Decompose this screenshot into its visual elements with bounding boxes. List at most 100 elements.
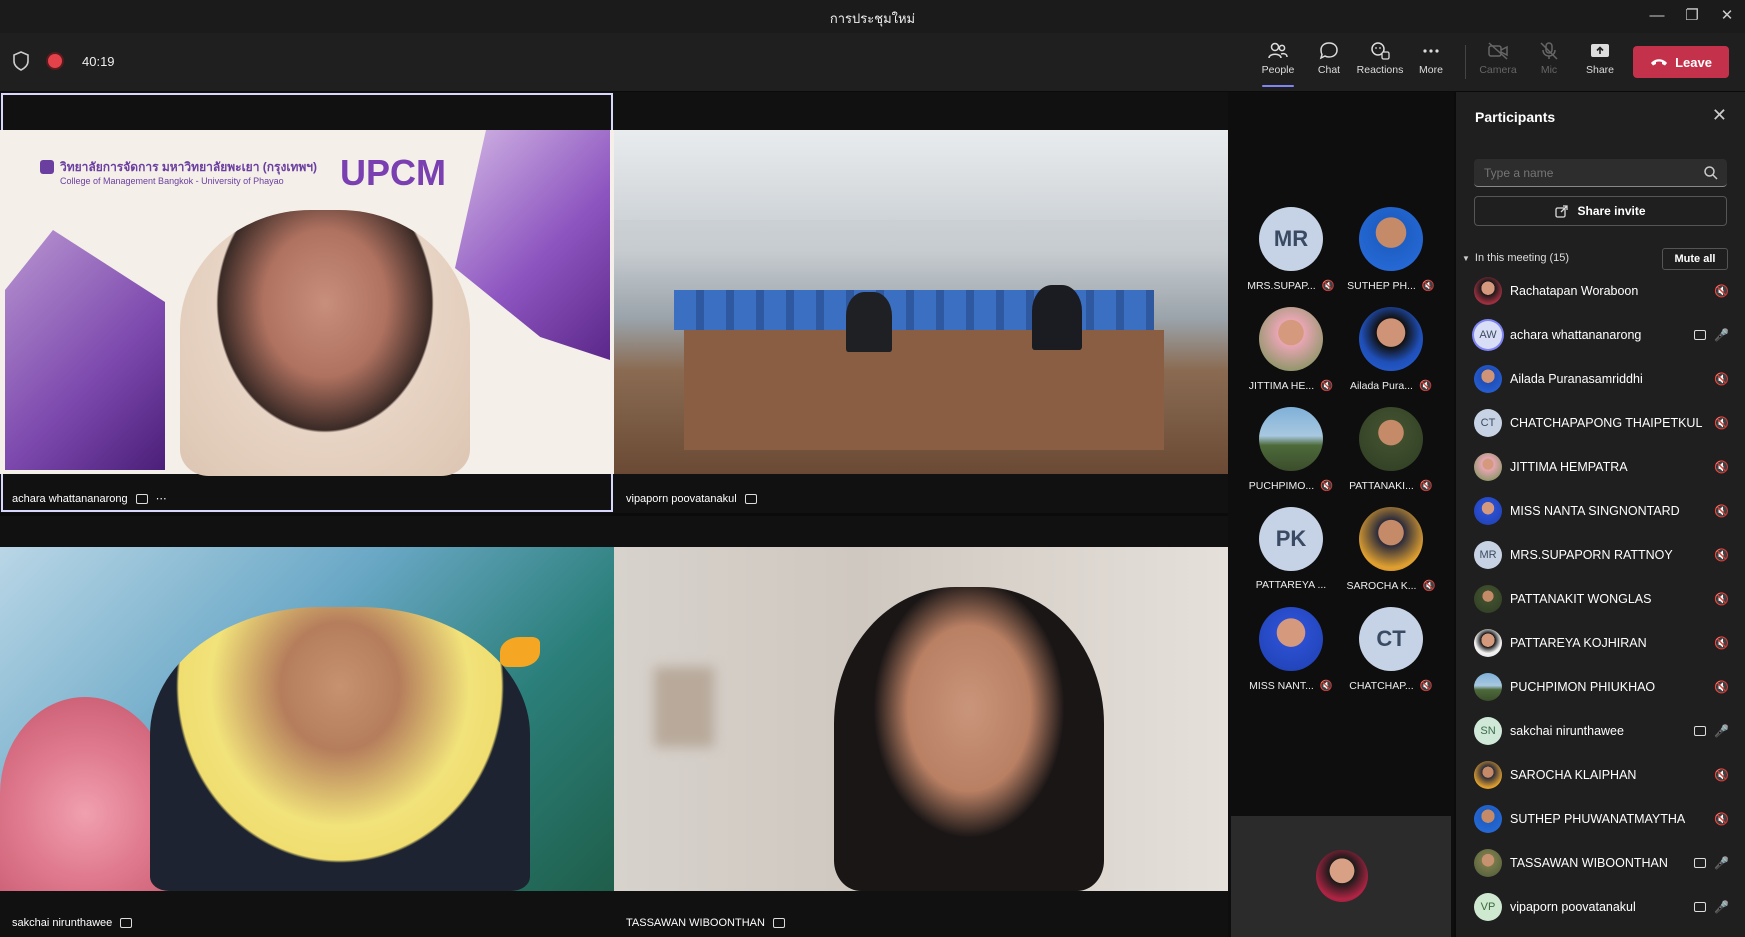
background-coral [0,697,170,891]
avatar [1474,629,1502,657]
gallery-participant[interactable]: SUTHEP PH... 🔇 [1341,207,1441,303]
chat-icon [1319,42,1338,60]
participant-row[interactable]: MISS NANTA SINGNONTARD 🔇 [1474,489,1729,533]
participant-name: Ailada Puranasamriddhi [1510,372,1643,386]
tile-name-bar: achara whattananarong ⋯ [12,492,167,506]
tile-participant-name: sakchai nirunthawee [12,917,113,929]
mic-on-icon: 🎤 [1714,724,1729,738]
more-icon [1423,49,1439,53]
screen-share-icon [135,493,148,504]
gallery-participant-name: Ailada Pura... [1349,379,1413,392]
gallery-participant[interactable]: SAROCHA K... 🔇 [1341,507,1441,603]
participant-row[interactable]: VP vipaporn poovatanakul 🎤 [1474,885,1729,929]
participant-row[interactable]: AW achara whattananarong 🎤 [1474,313,1729,357]
participant-row[interactable]: PATTANAKIT WONGLAS 🔇 [1474,577,1729,621]
participant-row[interactable]: Rachatapan Woraboon 🔇 [1474,269,1729,313]
mute-all-button[interactable]: Mute all [1662,248,1728,270]
chevron-down-icon: ▼ [1462,253,1470,263]
in-meeting-label: In this meeting (15) [1474,252,1570,264]
reactions-label: Reactions [1356,64,1404,76]
search-input[interactable] [1484,166,1684,180]
avatar [1474,805,1502,833]
avatar: VP [1474,893,1502,921]
gallery-participant[interactable]: PUCHPIMO... 🔇 [1241,407,1341,503]
leave-button[interactable]: Leave [1633,46,1729,78]
room-table [684,330,1164,450]
room-ceiling [614,130,1228,220]
reactions-button[interactable]: Reactions [1356,41,1404,76]
gallery-participant[interactable]: MISS NANT... 🔇 [1241,607,1341,703]
participant-row[interactable]: PATTAREYA KOJHIRAN 🔇 [1474,621,1729,665]
screen-share-icon [1694,726,1707,736]
video-tile[interactable]: sakchai nirunthawee [0,516,614,937]
participant-name: PUCHPIMON PHIUKHAO [1510,680,1656,694]
background-frame [654,667,714,747]
tile-participant-name: achara whattananarong [12,492,128,505]
gallery-participant[interactable]: PATTANAKI... 🔇 [1341,407,1441,503]
participant-row[interactable]: SN sakchai nirunthawee 🎤 [1474,709,1729,753]
restore-icon[interactable]: ❐ [1680,5,1704,27]
video-tile[interactable]: TASSAWAN WIBOONTHAN [614,516,1228,937]
in-meeting-section-toggle[interactable]: ▼ In this meeting (15) [1462,252,1569,264]
video-tile[interactable]: วิทยาลัยการจัดการ มหาวิทยาลัยพะเยา (กรุง… [0,92,614,513]
share-button[interactable]: Share [1576,41,1624,76]
participant-row[interactable]: SAROCHA KLAIPHAN 🔇 [1474,753,1729,797]
more-button[interactable]: More [1407,41,1455,76]
participant-video [614,130,1228,474]
participant-row[interactable]: Ailada Puranasamriddhi 🔇 [1474,357,1729,401]
gallery-participant[interactable]: CT CHATCHAP... 🔇 [1341,607,1441,703]
background-org-text: วิทยาลัยการจัดการ มหาวิทยาลัยพะเยา (กรุง… [60,160,318,174]
chat-button[interactable]: Chat [1305,41,1353,76]
camera-button[interactable]: Camera [1474,41,1522,76]
recording-icon [48,54,62,68]
gallery-participant[interactable]: MR MRS.SUPAP... 🔇 [1241,207,1341,303]
mic-muted-icon: 🔇 [1714,812,1729,826]
gallery-participant-name: SUTHEP PH... [1347,279,1416,292]
participant-silhouette [150,607,530,891]
mic-label: Mic [1540,64,1558,76]
close-icon[interactable]: ✕ [1715,5,1739,27]
participant-video: วิทยาลัยการจัดการ มหาวิทยาลัยพะเยา (กรุง… [0,130,614,476]
participant-row[interactable]: TASSAWAN WIBOONTHAN 🎤 [1474,841,1729,885]
share-icon [1555,205,1569,218]
mic-muted-icon: 🔇 [1714,592,1729,606]
avatar [1474,365,1502,393]
shield-icon[interactable] [12,51,30,71]
avatar [1474,277,1502,305]
participant-row[interactable]: CT CHATCHAPAPONG THAIPETKUL 🔇 [1474,401,1729,445]
people-button[interactable]: People [1254,41,1302,87]
gallery-participant-name: MRS.SUPAP... [1247,279,1316,292]
participant-name: CHATCHAPAPONG THAIPETKUL [1510,416,1703,430]
participant-name: sakchai nirunthawee [1510,724,1624,738]
gallery-participant-name: CHATCHAP... [1349,679,1414,692]
participant-row[interactable]: PUCHPIMON PHIUKHAO 🔇 [1474,665,1729,709]
video-tile[interactable]: vipaporn poovatanakul [614,92,1228,513]
mic-off-icon [1540,42,1558,60]
share-invite-button[interactable]: Share invite [1474,196,1727,226]
close-panel-icon[interactable]: ✕ [1712,105,1727,126]
avatar [1474,585,1502,613]
minimize-icon[interactable]: — [1645,5,1669,27]
avatar: MR [1474,541,1502,569]
mic-button[interactable]: Mic [1525,41,1573,76]
self-view[interactable] [1231,816,1451,937]
participant-name: PATTAREYA KOJHIRAN [1510,636,1647,650]
participant-row[interactable]: SUTHEP PHUWANATMAYTHA 🔇 [1474,797,1729,841]
gallery-participant[interactable]: Ailada Pura... 🔇 [1341,307,1441,403]
mic-muted-icon: 🔇 [1714,768,1729,782]
share-invite-label: Share invite [1577,204,1646,218]
participant-row[interactable]: MR MRS.SUPAPORN RATTNOY 🔇 [1474,533,1729,577]
avatar [1359,207,1423,271]
participant-row[interactable]: JITTIMA HEMPATRA 🔇 [1474,445,1729,489]
screen-share-icon [120,918,133,928]
meeting-timer: 40:19 [82,53,115,69]
toolbar-divider [1465,45,1466,79]
background-org-subtext: College of Management Bangkok - Universi… [60,176,284,186]
tile-more-icon[interactable]: ⋯ [156,492,167,505]
gallery-participant-name: MISS NANT... [1249,679,1314,692]
participant-name: SUTHEP PHUWANATMAYTHA [1510,812,1686,826]
gallery-participant[interactable]: PK PATTAREYA ... [1241,507,1341,603]
gallery-participant[interactable]: JITTIMA HE... 🔇 [1241,307,1341,403]
mic-muted-icon: 🔇 [1321,280,1335,292]
participant-search[interactable] [1474,159,1727,187]
